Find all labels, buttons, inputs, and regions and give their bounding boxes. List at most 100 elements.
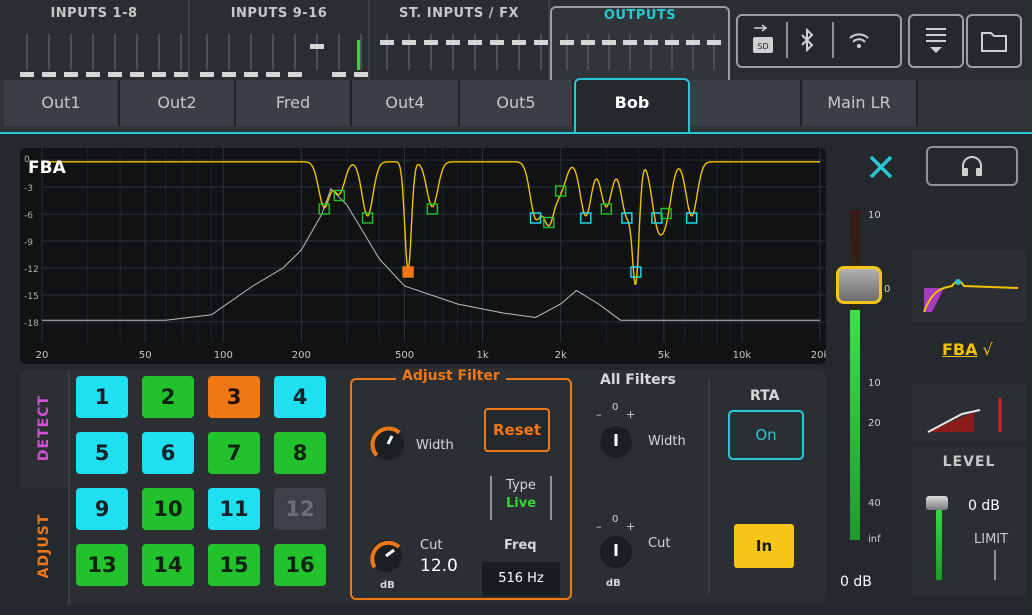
compressor-thumbnail[interactable] (912, 384, 1026, 442)
mini-fader-cap (707, 40, 721, 45)
mini-fader-cap (200, 72, 214, 77)
meter-group-outputs[interactable]: OUTPUTS (550, 6, 730, 84)
filter-button-3[interactable]: 3 (208, 376, 260, 418)
freq-label: Freq (504, 538, 537, 553)
filter-button-10[interactable]: 10 (142, 488, 194, 530)
all-width-plus: + (626, 408, 636, 421)
level-value: 0 dB (968, 498, 1000, 514)
adjust-tab-label: ADJUST (36, 513, 52, 579)
detect-tab-label: DETECT (36, 394, 52, 462)
detect-tab[interactable]: DETECT (20, 370, 68, 486)
library-button[interactable] (966, 14, 1022, 68)
filter-button-15[interactable]: 15 (208, 544, 260, 586)
mini-fader-cap (244, 72, 258, 77)
compressor-curve-icon (927, 398, 1002, 433)
fba-link[interactable]: FBA √ (942, 340, 993, 359)
tab-main-lr[interactable]: Main LR (802, 80, 918, 126)
filter-button-1[interactable]: 1 (76, 376, 128, 418)
filter-button-14[interactable]: 14 (142, 544, 194, 586)
mini-fader-track (338, 34, 340, 70)
main-fader-value: 0 dB (840, 574, 872, 590)
rta-on-button[interactable]: On (728, 410, 804, 460)
mini-fader-track (294, 34, 296, 70)
close-icon[interactable] (868, 154, 894, 184)
mini-fader-cap (468, 40, 482, 45)
filter-button-11[interactable]: 11 (208, 488, 260, 530)
filter-button-7[interactable]: 7 (208, 432, 260, 474)
filter-button-2[interactable]: 2 (142, 376, 194, 418)
mini-fader-cap (512, 40, 526, 45)
filter-button-5[interactable]: 5 (76, 432, 128, 474)
tab-out2[interactable]: Out2 (120, 80, 236, 126)
filter-button-4[interactable]: 4 (274, 376, 326, 418)
mini-fader-cap (222, 72, 236, 77)
tab-out5[interactable]: Out5 (460, 80, 574, 126)
headphone-button[interactable] (926, 146, 1018, 186)
graph-title: FBA (28, 158, 66, 178)
menu-button[interactable] (908, 14, 964, 68)
scale-label: 40 (868, 498, 881, 509)
tab-out1[interactable]: Out1 (4, 80, 120, 126)
level-fader-knob[interactable] (926, 496, 948, 510)
width-knob[interactable] (368, 424, 408, 464)
y-tick-label: -3 (24, 184, 33, 194)
tab-bob[interactable]: Bob (574, 78, 690, 132)
peq-thumbnail[interactable] (912, 250, 1026, 322)
main-fader-knob[interactable] (836, 266, 882, 304)
filter-button-9[interactable]: 9 (76, 488, 128, 530)
mini-fader-track (272, 34, 274, 70)
limit-meter (994, 550, 996, 580)
freq-value[interactable]: 516 Hz (482, 562, 560, 596)
main-meter-level (850, 310, 860, 540)
x-tick-label: 100 (214, 350, 233, 361)
filter-button-13[interactable]: 13 (76, 544, 128, 586)
sd-card-usb-icon: SD (750, 24, 776, 56)
scale-label: inf (868, 534, 881, 545)
mini-fader-track (92, 34, 94, 70)
wifi-icon (848, 30, 870, 50)
mini-fader-cap (86, 72, 100, 77)
mini-fader-track (136, 34, 138, 70)
filter-button-6[interactable]: 6 (142, 432, 194, 474)
fba-graph[interactable]: 0 -3 -6 -9 -12 -15 -18 20 50 100 200 500 1k 2k 5k 10k 20… (20, 148, 826, 364)
filter-button-8[interactable]: 8 (274, 432, 326, 474)
mini-fader-cap (380, 40, 394, 45)
in-button[interactable]: In (734, 524, 794, 568)
x-tick-label: 1k (477, 350, 489, 361)
fba-graph-plot: 0-3-6-9-12-15-1820 50 100 200 500 1k 2k 5k 10k 20… (24, 148, 826, 361)
cut-knob[interactable] (366, 536, 406, 576)
tab-empty[interactable] (690, 80, 802, 126)
filter-button-12[interactable]: 12 (274, 488, 326, 530)
fba-link-label: FBA (942, 340, 978, 359)
all-width-zero: 0 (612, 402, 619, 413)
filter-marker-5[interactable] (426, 203, 439, 215)
output-tabs: Out1 Out2 Fred Out4 Out5 Bob Main LR (0, 78, 1032, 134)
reset-button[interactable]: Reset (484, 408, 550, 452)
meter-group-inputs-9-16[interactable]: INPUTS 9-16 (190, 0, 370, 80)
meter-group-inputs-1-8[interactable]: INPUTS 1-8 (0, 0, 190, 80)
mini-fader-track (114, 34, 116, 70)
adjust-tab[interactable]: ADJUST (20, 488, 68, 604)
mini-meter-level (357, 40, 360, 70)
mixer-screen: INPUTS 1-8 INPUTS 9-16 ST. INPUTS / FX O… (0, 0, 1032, 615)
adjust-filter-title: Adjust Filter (396, 368, 506, 384)
all-cut-knob[interactable] (596, 532, 636, 572)
type-selector[interactable]: Type Live (490, 476, 552, 520)
mini-fader-cap (424, 40, 438, 45)
mini-fader-cap (332, 72, 346, 77)
filter-button-16[interactable]: 16 (274, 544, 326, 586)
filter-marker-4[interactable] (402, 266, 414, 278)
tab-out4[interactable]: Out4 (352, 80, 460, 126)
tab-fred[interactable]: Fred (236, 80, 352, 126)
mini-fader-track (250, 34, 252, 70)
mini-fader-cap (581, 40, 595, 45)
mini-fader-track (158, 34, 160, 70)
mini-fader-cap (354, 72, 368, 77)
all-width-knob[interactable] (596, 422, 636, 462)
all-width-minus: – (596, 408, 602, 421)
all-filters-title: All Filters (600, 372, 676, 388)
mini-fader-cap (602, 40, 616, 45)
mini-fader-cap (174, 72, 188, 77)
filter-panel: DETECT ADJUST 1 2 3 4 5 6 7 8 9 10 11 12 13 14 15 16 Ad… (20, 368, 826, 605)
mini-fader-cap (64, 72, 78, 77)
